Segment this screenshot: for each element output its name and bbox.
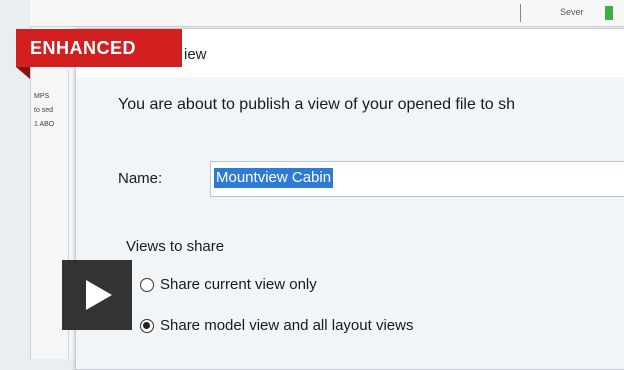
toolbar-divider <box>520 4 521 22</box>
toolbar-green-indicator <box>605 6 613 20</box>
background-toolbar: Sever ⊙ <box>30 0 624 27</box>
name-label: Name: <box>118 170 163 187</box>
share-current-view-option[interactable]: Share current view only <box>140 276 317 293</box>
dialog-title: iew <box>184 46 207 63</box>
option-label: Share current view only <box>160 276 317 293</box>
name-input[interactable]: Mountview Cabin <box>210 161 624 197</box>
badge-fold <box>16 67 30 79</box>
radio-checked-icon[interactable] <box>140 319 154 334</box>
publish-dialog: iew You are about to publish a view of y… <box>75 28 624 370</box>
radio-unchecked-icon[interactable] <box>140 278 154 293</box>
views-to-share-label: Views to share <box>126 238 225 255</box>
list-item: MPS <box>34 93 50 100</box>
list-item: to sed <box>34 107 54 114</box>
play-button[interactable] <box>62 260 132 330</box>
toolbar-text: Sever <box>560 7 584 17</box>
enhanced-badge: ENHANCED <box>16 29 182 67</box>
play-icon <box>86 280 112 310</box>
background-list: MPS to sed 1 ABO <box>30 90 72 170</box>
list-item: 1 ABO <box>34 121 55 128</box>
share-all-views-option[interactable]: Share model view and all layout views <box>140 317 413 334</box>
name-input-selected-text: Mountview Cabin <box>214 168 334 188</box>
option-label: Share model view and all layout views <box>160 317 414 334</box>
dialog-intro-text: You are about to publish a view of your … <box>118 96 516 113</box>
